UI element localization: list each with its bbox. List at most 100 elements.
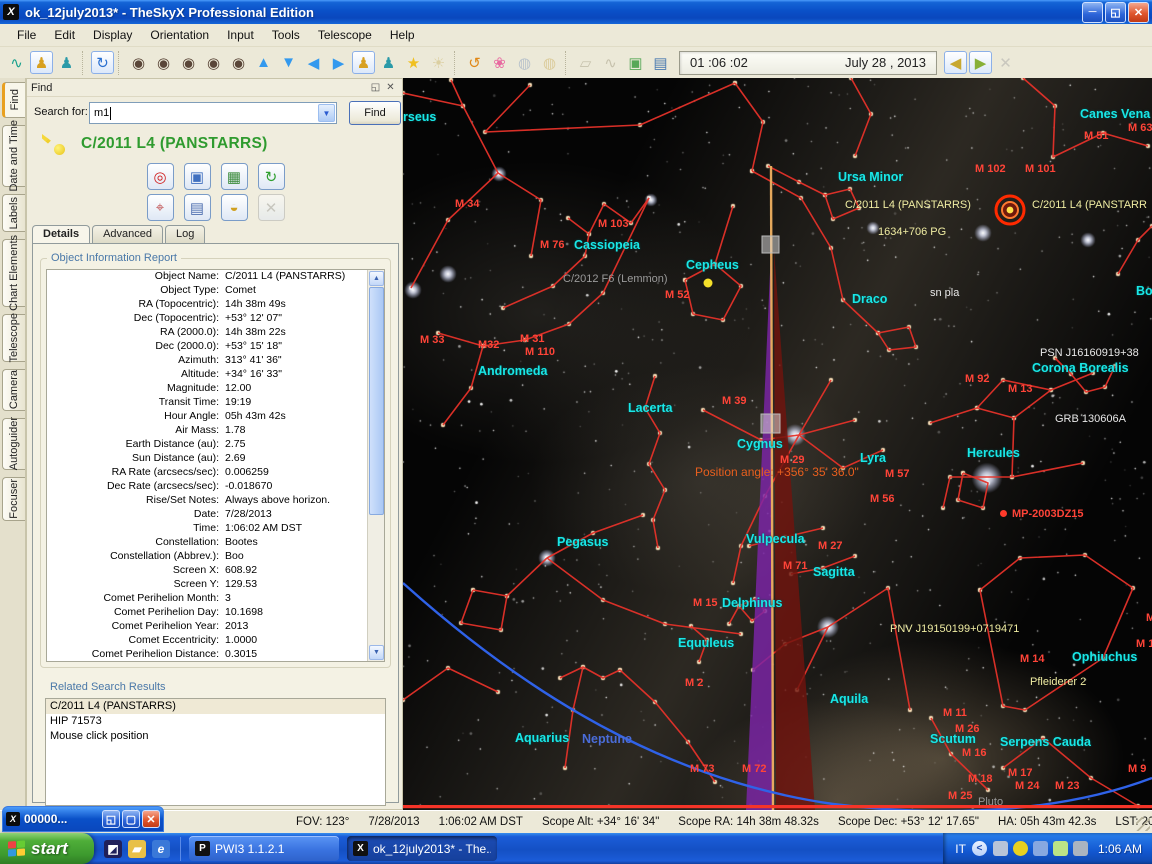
arrow-down-icon[interactable]: ▼: [277, 51, 300, 74]
report-row: Comet Perihelion Distance:0.3015: [47, 648, 384, 662]
bell-yellow-icon[interactable]: ◍: [538, 51, 561, 74]
bell-blue-icon[interactable]: ◍: [513, 51, 536, 74]
related-result-item[interactable]: C/2011 L4 (PANSTARRS): [46, 699, 385, 714]
close-button[interactable]: ✕: [142, 810, 160, 828]
tab-log[interactable]: Log: [165, 225, 205, 243]
arrow-right-icon[interactable]: ▶: [327, 51, 350, 74]
menu-display[interactable]: Display: [84, 25, 141, 45]
show-photo-icon[interactable]: ▦: [221, 163, 248, 190]
sidetab-telescope[interactable]: Telescope: [2, 314, 25, 362]
taskbar-task[interactable]: Xok_12july2013* - The...: [347, 836, 497, 861]
swoosh-icon[interactable]: ∿: [5, 51, 28, 74]
star-icon[interactable]: ★: [402, 51, 425, 74]
maximize-button[interactable]: ▢: [122, 810, 140, 828]
sky-label: Pegasus: [557, 537, 608, 548]
float-window-icon[interactable]: ◱: [368, 82, 383, 93]
menu-edit[interactable]: Edit: [45, 25, 84, 45]
sky-label: M 16: [962, 748, 986, 759]
add-orbit-icon[interactable]: ↻: [258, 163, 285, 190]
restore-button[interactable]: ◱: [1105, 2, 1126, 23]
menu-help[interactable]: Help: [381, 25, 424, 45]
sidetab-autoguider[interactable]: Autoguider: [2, 418, 25, 470]
sky-label: M 72: [742, 764, 766, 775]
menu-file[interactable]: File: [8, 25, 45, 45]
related-result-item[interactable]: Mouse click position: [46, 729, 385, 744]
scroll-up-icon[interactable]: ▲: [369, 271, 384, 286]
figure-teal-2-icon[interactable]: ♟: [377, 51, 400, 74]
related-result-item[interactable]: HIP 71573: [46, 714, 385, 729]
remove-icon[interactable]: ✕: [258, 194, 285, 221]
sky-chart[interactable]: rseusCassiopeiaCepheusAndromedaLacertaCy…: [403, 78, 1152, 810]
report-row: Screen X:608.92: [47, 564, 384, 578]
frame-icon[interactable]: ▣: [624, 51, 647, 74]
figure-teal-icon[interactable]: ♟: [55, 51, 78, 74]
sidetab-labels[interactable]: Labels: [2, 194, 25, 232]
camera-icon[interactable]: [1073, 841, 1088, 856]
start-button[interactable]: start: [0, 833, 94, 864]
figure-yellow-icon[interactable]: ♟: [30, 51, 53, 74]
flower-icon[interactable]: ❀: [488, 51, 511, 74]
sidetab-focuser[interactable]: Focuser: [2, 477, 25, 521]
taskbar-task[interactable]: PPWI3 1.1.2.1: [189, 836, 339, 861]
windows-logo-icon: [8, 840, 26, 857]
language-indicator[interactable]: IT: [955, 842, 966, 856]
scroll-down-icon[interactable]: ▼: [369, 645, 384, 660]
search-input[interactable]: m1 ▼: [89, 102, 337, 124]
sidetab-chart-elements[interactable]: Chart Elements: [2, 239, 25, 307]
screenshot-icon[interactable]: ▤: [649, 51, 672, 74]
time-step-icon[interactable]: ◀: [944, 51, 967, 74]
related-results-list[interactable]: C/2011 L4 (PANSTARRS)HIP 71573Mouse clic…: [45, 698, 386, 806]
globe-icon-4[interactable]: ◉: [202, 51, 225, 74]
globe-icon-1[interactable]: ◉: [127, 51, 150, 74]
object-information-list[interactable]: Object Name:C/2011 L4 (PANSTARRS)Object …: [46, 269, 385, 662]
menu-orientation[interactable]: Orientation: [141, 25, 218, 45]
menu-input[interactable]: Input: [218, 25, 263, 45]
display-icon[interactable]: [993, 841, 1008, 856]
chevron-left-icon[interactable]: <: [972, 841, 987, 856]
lock-icon[interactable]: ◒: [221, 194, 248, 221]
find-button[interactable]: Find: [349, 101, 401, 125]
figure-yellow-2-icon[interactable]: ♟: [352, 51, 375, 74]
slew-telescope-icon[interactable]: ⌖: [147, 194, 174, 221]
copy-report-icon[interactable]: ▤: [184, 194, 211, 221]
close-button[interactable]: ✕: [1128, 2, 1149, 23]
restore-button[interactable]: ◱: [102, 810, 120, 828]
sidetab-date-and-time[interactable]: Date and Time: [2, 125, 25, 187]
plugin-icon[interactable]: [1033, 841, 1048, 856]
globe-icon-5[interactable]: ◉: [227, 51, 250, 74]
frame-photo-icon[interactable]: ▣: [184, 163, 211, 190]
leaf-icon[interactable]: [1053, 841, 1068, 856]
status-segment: 1:06:02 AM DST: [439, 816, 523, 828]
chevron-down-icon[interactable]: ▼: [318, 104, 335, 122]
scrollbar[interactable]: ▲ ▼: [367, 270, 384, 661]
arrow-left-icon[interactable]: ◀: [302, 51, 325, 74]
time-display[interactable]: 01 :06 :02July 28 , 2013: [679, 51, 937, 75]
menu-telescope[interactable]: Telescope: [309, 25, 381, 45]
waveform-icon[interactable]: ∿: [599, 51, 622, 74]
folder-icon[interactable]: ▰: [128, 840, 146, 858]
browser-icon[interactable]: e: [152, 840, 170, 858]
eye-icon[interactable]: [1013, 841, 1028, 856]
time-advance-icon[interactable]: ▶: [969, 51, 992, 74]
resize-grip[interactable]: [1136, 817, 1150, 831]
app-shortcut-icon[interactable]: ◩: [104, 840, 122, 858]
sidetab-find[interactable]: Find: [2, 82, 25, 118]
stop-time-icon[interactable]: ✕: [994, 51, 1017, 74]
sky-label: Canes Vena: [1080, 109, 1150, 120]
minimize-button[interactable]: ─: [1082, 2, 1103, 23]
globe-icon-2[interactable]: ◉: [152, 51, 175, 74]
minimized-window[interactable]: X 00000... ◱ ▢ ✕: [2, 806, 164, 832]
arrow-up-icon[interactable]: ▲: [252, 51, 275, 74]
center-target-icon[interactable]: ◎: [147, 163, 174, 190]
undo-icon[interactable]: ↺: [463, 51, 486, 74]
sun-icon[interactable]: ☀: [427, 51, 450, 74]
tab-advanced[interactable]: Advanced: [92, 225, 163, 243]
tag-icon[interactable]: ▱: [574, 51, 597, 74]
refresh-icon[interactable]: ↻: [91, 51, 114, 74]
globe-icon-3[interactable]: ◉: [177, 51, 200, 74]
close-panel-icon[interactable]: ✕: [383, 82, 398, 93]
tab-details[interactable]: Details: [32, 225, 90, 244]
menu-tools[interactable]: Tools: [263, 25, 309, 45]
sidetab-camera[interactable]: Camera: [2, 369, 25, 411]
scrollbar-thumb[interactable]: [369, 287, 384, 515]
